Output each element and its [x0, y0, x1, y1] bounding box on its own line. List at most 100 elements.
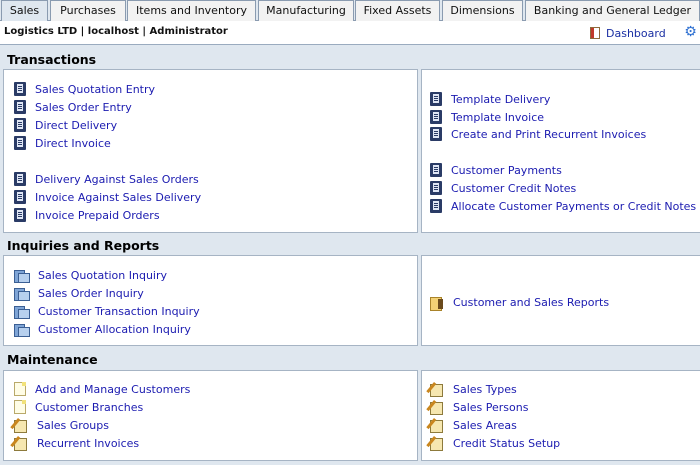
transactions-left-panel: Sales Quotation Entry Sales Order Entry …: [3, 69, 418, 233]
section-title-inquiries: Inquiries and Reports: [7, 238, 160, 253]
dashboard-link[interactable]: Dashboard: [590, 24, 666, 42]
menu-item[interactable]: Customer Payments: [430, 162, 562, 178]
transaction-icon: [430, 110, 442, 124]
menu-item[interactable]: Sales Persons: [430, 399, 528, 415]
edit-icon: [430, 400, 444, 415]
transactions-right-panel: Template Delivery Template Invoice Creat…: [421, 69, 700, 233]
transaction-icon: [430, 199, 442, 213]
tab-manufacturing[interactable]: Manufacturing: [258, 0, 354, 21]
transaction-icon: [14, 190, 26, 204]
tab-banking-and-general-ledger[interactable]: Banking and General Ledger: [525, 0, 700, 21]
menu-item[interactable]: Recurrent Invoices: [14, 435, 139, 451]
menu-item[interactable]: Sales Quotation Inquiry: [14, 267, 167, 283]
edit-icon: [430, 418, 444, 433]
menu-link[interactable]: Direct Invoice: [35, 137, 111, 150]
dashboard-icon: [590, 27, 600, 39]
document-icon: [14, 400, 26, 414]
menu-item[interactable]: Sales Order Entry: [14, 99, 132, 115]
menu-item[interactable]: Customer Branches: [14, 399, 143, 415]
company-user-info: Logistics LTD | localhost | Administrato…: [4, 26, 228, 37]
menu-item[interactable]: Customer Credit Notes: [430, 180, 576, 196]
transaction-icon: [14, 118, 26, 132]
transaction-icon: [430, 181, 442, 195]
menu-item[interactable]: Sales Order Inquiry: [14, 285, 144, 301]
menu-link[interactable]: Add and Manage Customers: [35, 383, 190, 396]
section-title-maintenance: Maintenance: [7, 352, 98, 367]
transaction-icon: [14, 208, 26, 222]
menu-item[interactable]: Allocate Customer Payments or Credit Not…: [430, 198, 696, 214]
menu-link[interactable]: Sales Order Inquiry: [38, 287, 144, 300]
menu-link[interactable]: Customer Transaction Inquiry: [38, 305, 200, 318]
menu-link[interactable]: Customer Payments: [451, 164, 562, 177]
edit-icon: [14, 418, 28, 433]
inquiry-icon: [14, 323, 30, 337]
menu-link[interactable]: Customer Credit Notes: [451, 182, 576, 195]
transaction-icon: [430, 163, 442, 177]
menu-item[interactable]: Sales Quotation Entry: [14, 81, 155, 97]
menu-item[interactable]: Delivery Against Sales Orders: [14, 171, 199, 187]
tab-items-and-inventory[interactable]: Items and Inventory: [127, 0, 256, 21]
menu-link[interactable]: Customer and Sales Reports: [453, 296, 609, 309]
menu-link[interactable]: Sales Types: [453, 383, 517, 396]
menu-link[interactable]: Sales Groups: [37, 419, 109, 432]
tab-purchases[interactable]: Purchases: [50, 0, 126, 21]
transaction-icon: [430, 92, 442, 106]
menu-link[interactable]: Credit Status Setup: [453, 437, 560, 450]
menu-link[interactable]: Invoice Prepaid Orders: [35, 209, 160, 222]
menu-item[interactable]: Credit Status Setup: [430, 435, 560, 451]
edit-icon: [14, 436, 28, 451]
maintenance-right-panel: Sales Types Sales Persons Sales Areas Cr…: [421, 370, 700, 461]
menu-item[interactable]: Template Invoice: [430, 109, 544, 125]
menu-link[interactable]: Customer Allocation Inquiry: [38, 323, 191, 336]
menu-item[interactable]: Sales Groups: [14, 417, 109, 433]
menu-link[interactable]: Sales Persons: [453, 401, 528, 414]
inquiry-icon: [14, 287, 30, 301]
menu-link[interactable]: Customer Branches: [35, 401, 143, 414]
menu-item[interactable]: Create and Print Recurrent Invoices: [430, 126, 646, 142]
menu-link[interactable]: Template Delivery: [451, 93, 550, 106]
gear-icon[interactable]: ⚙: [683, 25, 698, 40]
menu-link[interactable]: Create and Print Recurrent Invoices: [451, 128, 646, 141]
menu-item[interactable]: Sales Types: [430, 381, 517, 397]
menu-item[interactable]: Add and Manage Customers: [14, 381, 190, 397]
menu-item[interactable]: Invoice Prepaid Orders: [14, 207, 160, 223]
dashboard-label: Dashboard: [606, 26, 666, 40]
transaction-icon: [14, 82, 26, 96]
menu-item[interactable]: Customer and Sales Reports: [430, 294, 609, 311]
menu-link[interactable]: Sales Quotation Inquiry: [38, 269, 167, 282]
menu-item[interactable]: Customer Allocation Inquiry: [14, 321, 191, 337]
maintenance-left-panel: Add and Manage Customers Customer Branch…: [3, 370, 418, 461]
menu-link[interactable]: Sales Quotation Entry: [35, 83, 155, 96]
inquiry-icon: [14, 305, 30, 319]
section-title-transactions: Transactions: [7, 52, 97, 67]
tab-dimensions[interactable]: Dimensions: [442, 0, 523, 21]
menu-link[interactable]: Sales Order Entry: [35, 101, 132, 114]
module-tab-bar: Sales Purchases Items and Inventory Manu…: [0, 0, 700, 22]
menu-item[interactable]: Direct Invoice: [14, 135, 111, 151]
menu-link[interactable]: Recurrent Invoices: [37, 437, 139, 450]
menu-link[interactable]: Allocate Customer Payments or Credit Not…: [451, 200, 696, 213]
document-icon: [14, 382, 26, 396]
transaction-icon: [14, 100, 26, 114]
menu-item[interactable]: Template Delivery: [430, 91, 550, 107]
menu-link[interactable]: Direct Delivery: [35, 119, 117, 132]
menu-item[interactable]: Sales Areas: [430, 417, 517, 433]
menu-link[interactable]: Delivery Against Sales Orders: [35, 173, 199, 186]
menu-item[interactable]: Invoice Against Sales Delivery: [14, 189, 201, 205]
report-icon: [430, 296, 444, 311]
tab-sales[interactable]: Sales: [1, 0, 48, 22]
menu-link[interactable]: Template Invoice: [451, 111, 544, 124]
inquiry-icon: [14, 269, 30, 283]
menu-link[interactable]: Sales Areas: [453, 419, 517, 432]
edit-icon: [430, 436, 444, 451]
tab-fixed-assets[interactable]: Fixed Assets: [355, 0, 440, 21]
edit-icon: [430, 382, 444, 397]
transaction-icon: [430, 127, 442, 141]
transaction-icon: [14, 136, 26, 150]
menu-link[interactable]: Invoice Against Sales Delivery: [35, 191, 201, 204]
menu-item[interactable]: Customer Transaction Inquiry: [14, 303, 200, 319]
inquiries-left-panel: Sales Quotation Inquiry Sales Order Inqu…: [3, 255, 418, 346]
info-bar: Logistics LTD | localhost | Administrato…: [0, 21, 700, 45]
menu-item[interactable]: Direct Delivery: [14, 117, 117, 133]
transaction-icon: [14, 172, 26, 186]
